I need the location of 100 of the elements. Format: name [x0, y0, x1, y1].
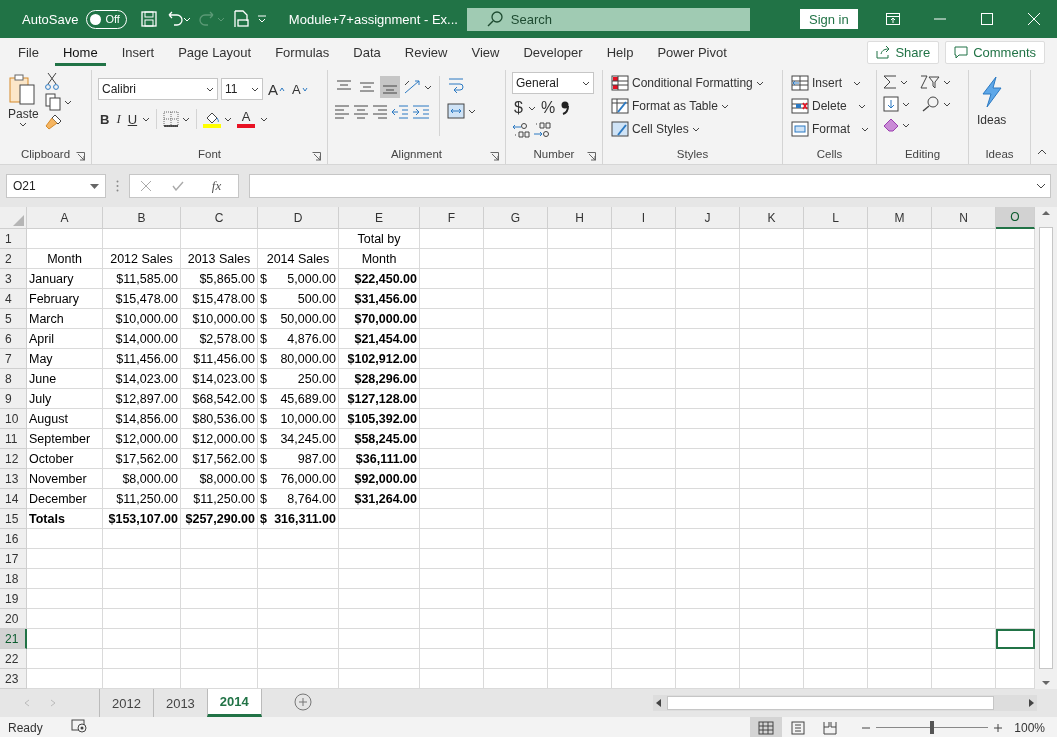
spreadsheet-cell[interactable]: [932, 489, 996, 509]
insert-function-button[interactable]: fx: [205, 177, 228, 195]
spreadsheet-cell[interactable]: [103, 569, 181, 589]
spreadsheet-cell[interactable]: [676, 329, 740, 349]
spreadsheet-cell[interactable]: [676, 349, 740, 369]
zoom-slider-thumb[interactable]: [930, 721, 935, 734]
decrease-font-size-button[interactable]: A: [290, 78, 310, 100]
spreadsheet-cell[interactable]: [258, 609, 339, 629]
spreadsheet-cell[interactable]: [103, 229, 181, 249]
spreadsheet-cell[interactable]: [420, 309, 484, 329]
spreadsheet-cell[interactable]: [740, 289, 804, 309]
spreadsheet-cell[interactable]: [27, 569, 103, 589]
customize-caret-icon[interactable]: [256, 14, 267, 24]
row-header[interactable]: 4: [0, 289, 27, 309]
spreadsheet-cell[interactable]: [612, 349, 676, 369]
caret-icon[interactable]: [943, 101, 951, 107]
spreadsheet-cell[interactable]: [258, 649, 339, 669]
spreadsheet-cell[interactable]: [548, 509, 612, 529]
spreadsheet-cell[interactable]: [181, 649, 258, 669]
spreadsheet-cell[interactable]: [548, 349, 612, 369]
spreadsheet-cell[interactable]: [676, 389, 740, 409]
spreadsheet-cell[interactable]: [804, 509, 868, 529]
spreadsheet-cell[interactable]: [484, 409, 548, 429]
spreadsheet-cell[interactable]: [258, 629, 339, 649]
caret-icon[interactable]: [943, 79, 951, 85]
spreadsheet-cell[interactable]: [868, 349, 932, 369]
row-header[interactable]: 1: [0, 229, 27, 249]
spreadsheet-cell[interactable]: [548, 429, 612, 449]
spreadsheet-cell[interactable]: [868, 429, 932, 449]
previous-sheet-icon[interactable]: [24, 699, 30, 707]
enter-icon[interactable]: [172, 181, 185, 191]
share-button[interactable]: Share: [867, 40, 940, 64]
spreadsheet-cell[interactable]: [740, 589, 804, 609]
spreadsheet-cell[interactable]: [804, 349, 868, 369]
spreadsheet-cell[interactable]: [484, 389, 548, 409]
spreadsheet-cell[interactable]: [612, 569, 676, 589]
spreadsheet-cell[interactable]: [740, 389, 804, 409]
row-header[interactable]: 11: [0, 429, 27, 449]
comments-button[interactable]: Comments: [945, 40, 1045, 64]
spreadsheet-cell[interactable]: [484, 349, 548, 369]
row-header[interactable]: 18: [0, 569, 27, 589]
row-header[interactable]: 10: [0, 409, 27, 429]
spreadsheet-cell[interactable]: [612, 329, 676, 349]
caret-icon[interactable]: [902, 101, 910, 107]
ribbon-tab[interactable]: View: [463, 38, 508, 66]
spreadsheet-cell[interactable]: [612, 549, 676, 569]
column-header[interactable]: N: [932, 207, 996, 229]
align-left-icon[interactable]: [334, 105, 350, 119]
orientation-icon[interactable]: [403, 79, 421, 95]
caret-icon[interactable]: [224, 116, 233, 122]
spreadsheet-cell[interactable]: [420, 589, 484, 609]
column-header[interactable]: E: [339, 207, 420, 229]
spreadsheet-cell[interactable]: [548, 309, 612, 329]
spreadsheet-cell[interactable]: [612, 229, 676, 249]
spreadsheet-cell[interactable]: [339, 509, 420, 529]
spreadsheet-cell[interactable]: [740, 249, 804, 269]
spreadsheet-cell[interactable]: [420, 609, 484, 629]
spreadsheet-cell[interactable]: [484, 229, 548, 249]
cells-menu-button[interactable]: Insert: [789, 72, 871, 94]
spreadsheet-cell[interactable]: [339, 569, 420, 589]
spreadsheet-cell[interactable]: [103, 589, 181, 609]
spreadsheet-cell[interactable]: [420, 449, 484, 469]
spreadsheet-cell[interactable]: [612, 529, 676, 549]
spreadsheet-cell[interactable]: [258, 549, 339, 569]
ribbon-tab[interactable]: Review: [396, 38, 456, 66]
ribbon-tab[interactable]: Insert: [113, 38, 163, 66]
row-header[interactable]: 13: [0, 469, 27, 489]
spreadsheet-cell[interactable]: [932, 409, 996, 429]
spreadsheet-cell[interactable]: [676, 369, 740, 389]
ribbon-tab[interactable]: File: [10, 38, 47, 66]
save-icon[interactable]: [140, 11, 157, 27]
spreadsheet-cell[interactable]: [612, 249, 676, 269]
paste-button[interactable]: Paste: [6, 70, 41, 144]
spreadsheet-cell[interactable]: [804, 489, 868, 509]
row-header[interactable]: 22: [0, 649, 27, 669]
spreadsheet-cell[interactable]: [932, 509, 996, 529]
spreadsheet-cell[interactable]: [484, 449, 548, 469]
normal-view-button[interactable]: [750, 717, 783, 737]
column-header[interactable]: C: [181, 207, 258, 229]
spreadsheet-cell[interactable]: [420, 469, 484, 489]
spreadsheet-cell[interactable]: [484, 329, 548, 349]
spreadsheet-cell[interactable]: [804, 569, 868, 589]
bottom-align-button[interactable]: [380, 76, 400, 98]
spreadsheet-cell[interactable]: [804, 609, 868, 629]
spreadsheet-cell[interactable]: [804, 409, 868, 429]
caret-icon[interactable]: [527, 105, 536, 111]
spreadsheet-cell[interactable]: [181, 569, 258, 589]
row-header[interactable]: 17: [0, 549, 27, 569]
search-field[interactable]: Search: [466, 7, 750, 31]
zoom-in-icon[interactable]: [994, 723, 1003, 732]
spreadsheet-cell[interactable]: [932, 529, 996, 549]
fill-color-icon[interactable]: [203, 110, 222, 128]
comma-style-icon[interactable]: [560, 101, 571, 115]
ribbon-tab[interactable]: Data: [345, 38, 389, 66]
spreadsheet-cell[interactable]: [27, 589, 103, 609]
spreadsheet-cell[interactable]: [612, 449, 676, 469]
caret-icon[interactable]: [902, 122, 910, 128]
spreadsheet-cell[interactable]: [740, 329, 804, 349]
row-header[interactable]: 7: [0, 349, 27, 369]
row-header[interactable]: 8: [0, 369, 27, 389]
